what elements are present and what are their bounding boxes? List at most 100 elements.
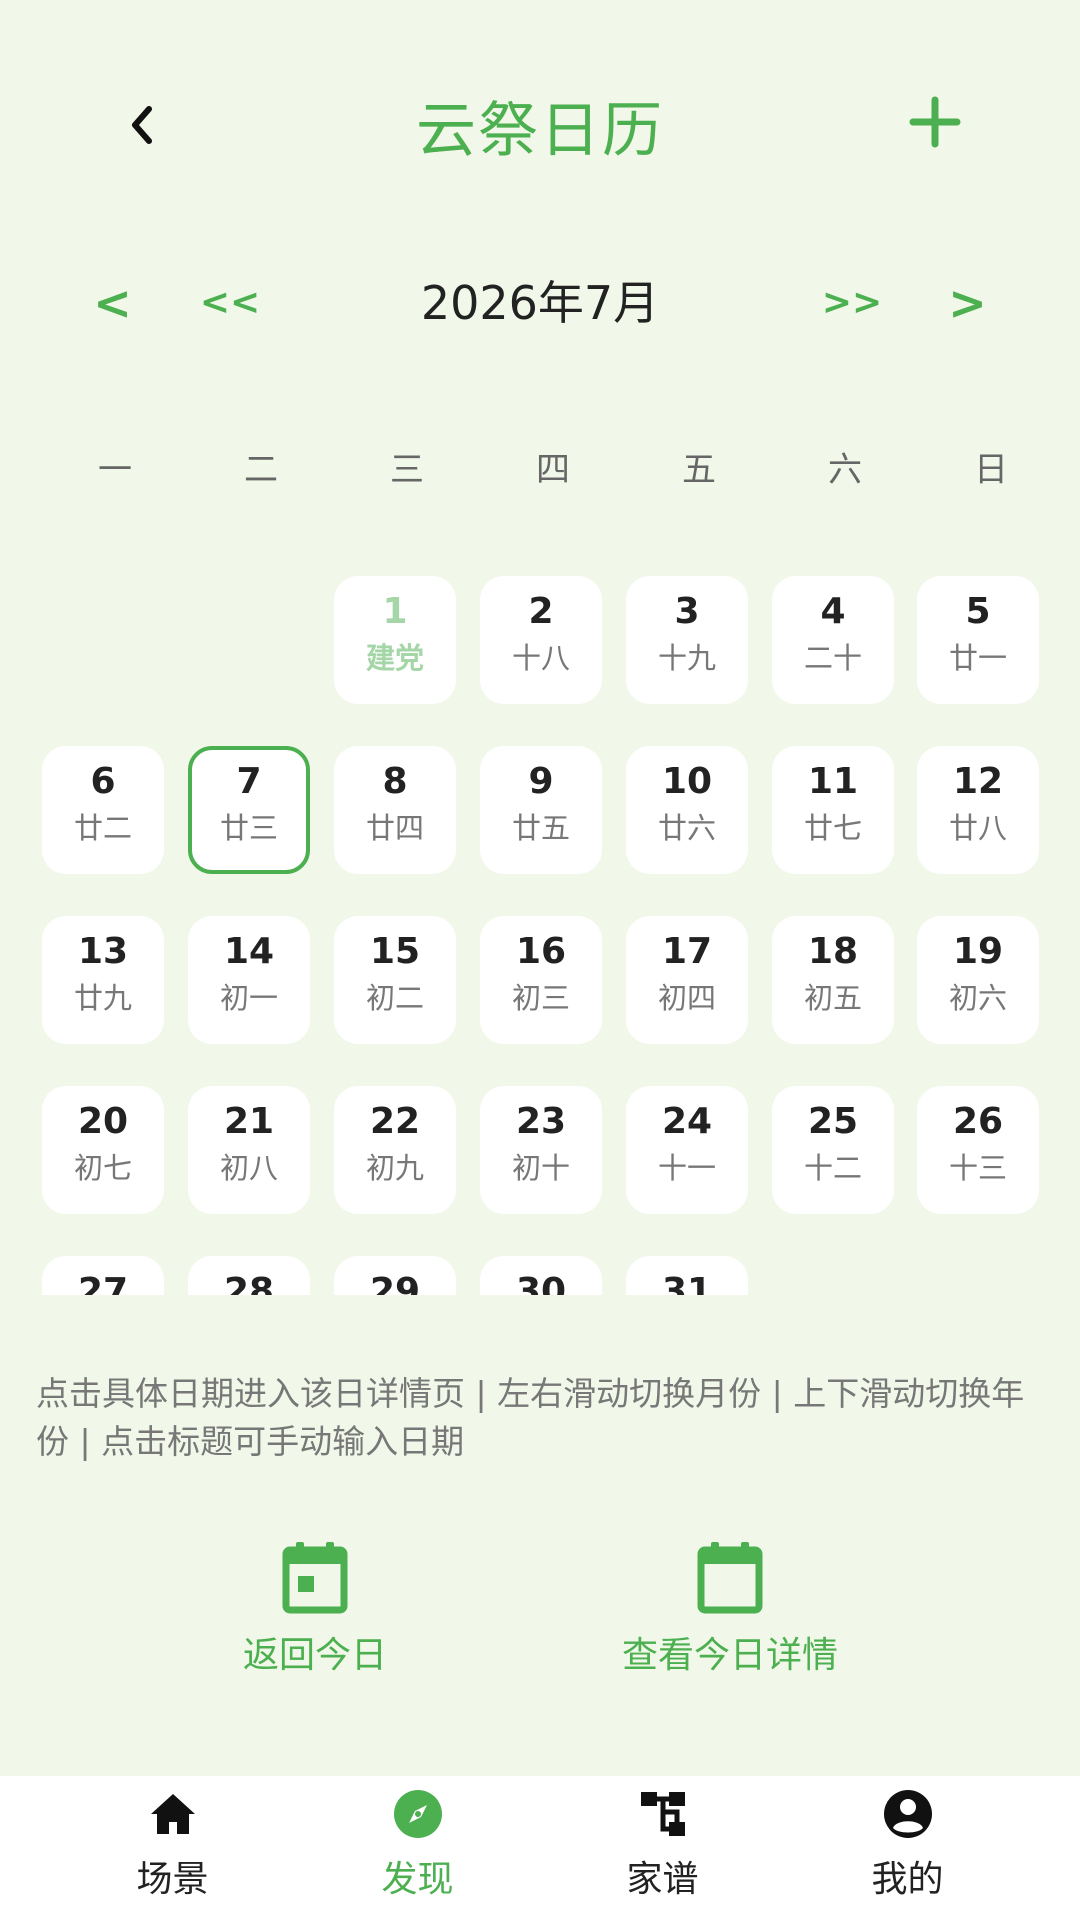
calendar-day[interactable]: 19 初六	[917, 916, 1039, 1044]
next-year-button[interactable]: >>	[812, 268, 892, 338]
day-number: 17	[661, 931, 713, 972]
calendar-day[interactable]: 18 初五	[772, 916, 894, 1044]
tab-scene[interactable]: 场景	[50, 1776, 295, 1920]
day-number: 31	[661, 1271, 713, 1295]
day-number: 30	[515, 1271, 567, 1295]
lunar-date: 十八	[511, 641, 570, 675]
lunar-date: 十一	[657, 1151, 716, 1185]
day-number: 16	[515, 931, 567, 972]
calendar-day[interactable]: 17 初四	[626, 916, 748, 1044]
day-number: 10	[661, 761, 713, 802]
day-number: 13	[77, 931, 129, 972]
calendar-day[interactable]: 10 廿六	[626, 746, 748, 874]
view-today-detail-button[interactable]: 查看今日详情	[590, 1540, 870, 1678]
tab-family-tree[interactable]: 家谱	[540, 1776, 785, 1920]
calendar-day[interactable]: 22 初九	[334, 1086, 456, 1214]
calendar-day[interactable]: 5 廿一	[917, 576, 1039, 704]
lunar-date: 廿二	[73, 811, 132, 845]
lunar-date: 廿一	[948, 641, 1007, 675]
calendar-day[interactable]: 16 初三	[480, 916, 602, 1044]
day-number: 18	[807, 931, 859, 972]
calendar-day[interactable]: 8 廿四	[334, 746, 456, 874]
calendar-day[interactable]: 12 廿八	[917, 746, 1039, 874]
calendar-today-icon	[282, 1542, 348, 1614]
day-number: 1	[382, 591, 408, 632]
lunar-date: 初四	[657, 981, 716, 1015]
tab-label: 家谱	[626, 1859, 699, 1900]
lunar-date: 初七	[73, 1151, 132, 1185]
tab-discover[interactable]: 发现	[295, 1776, 540, 1920]
family-tree-icon	[640, 1792, 685, 1836]
day-number: 20	[77, 1101, 129, 1142]
back-to-today-button[interactable]: 返回今日	[200, 1540, 430, 1678]
plus-icon	[909, 96, 961, 148]
day-number: 19	[952, 931, 1004, 972]
weekday-label: 三	[390, 450, 424, 490]
calendar-day-today[interactable]: 7 廿三	[188, 746, 310, 874]
next-month-button[interactable]: >	[935, 268, 1000, 338]
month-title[interactable]: 2026年7月	[340, 268, 740, 338]
calendar-day[interactable]: 2 十八	[480, 576, 602, 704]
calendar-day[interactable]: 9 廿五	[480, 746, 602, 874]
lunar-date: 廿七	[803, 811, 862, 845]
calendar-day[interactable]: 28	[188, 1256, 310, 1295]
calendar-day[interactable]: 3 十九	[626, 576, 748, 704]
calendar-day[interactable]: 24 十一	[626, 1086, 748, 1214]
view-today-detail-label: 查看今日详情	[621, 1635, 838, 1676]
calendar-day[interactable]: 25 十二	[772, 1086, 894, 1214]
calendar-day[interactable]: 29	[334, 1256, 456, 1295]
day-number: 27	[77, 1271, 129, 1295]
calendar-day[interactable]: 30	[480, 1256, 602, 1295]
calendar-icon	[697, 1542, 763, 1614]
calendar-day[interactable]: 14 初一	[188, 916, 310, 1044]
prev-month-button[interactable]: <	[80, 268, 145, 338]
lunar-date: 初三	[511, 981, 570, 1015]
calendar-day[interactable]: 1 建党	[334, 576, 456, 704]
tab-mine[interactable]: 我的	[785, 1776, 1030, 1920]
calendar-day[interactable]: 27	[42, 1256, 164, 1295]
header-bar: 云祭日历	[0, 60, 1080, 180]
lunar-date: 初一	[219, 981, 278, 1015]
day-number: 11	[807, 761, 859, 802]
day-number: 6	[90, 761, 116, 802]
lunar-date: 十二	[803, 1151, 862, 1185]
lunar-date: 十九	[657, 641, 716, 675]
day-number: 3	[674, 591, 700, 632]
calendar-day[interactable]: 23 初十	[480, 1086, 602, 1214]
add-button[interactable]	[905, 92, 965, 152]
weekday-label: 六	[828, 450, 862, 490]
lunar-date: 建党	[365, 641, 424, 675]
calendar-grid: 1 建党 2 十八 3 十九 4 二十 5 廿一 6 廿二 7 廿三 8 廿四 9 廿五 10 廿六 11 廿七 12 廿八 1…	[0, 570, 1080, 1295]
calendar-day[interactable]: 6 廿二	[42, 746, 164, 874]
calendar-day[interactable]: 4 二十	[772, 576, 894, 704]
day-number: 15	[369, 931, 421, 972]
day-number: 26	[952, 1101, 1004, 1142]
lunar-date: 二十	[803, 641, 862, 675]
calendar-day[interactable]: 21 初八	[188, 1086, 310, 1214]
calendar-day[interactable]: 26 十三	[917, 1086, 1039, 1214]
calendar-day[interactable]: 15 初二	[334, 916, 456, 1044]
day-number: 24	[661, 1101, 713, 1142]
month-navigation: < << 2026年7月 >> >	[0, 268, 1080, 338]
tab-label: 我的	[871, 1859, 944, 1900]
back-to-today-label: 返回今日	[242, 1635, 387, 1676]
tab-label: 发现	[381, 1859, 454, 1900]
lunar-date: 初二	[365, 981, 424, 1015]
calendar-day[interactable]: 20 初七	[42, 1086, 164, 1214]
prev-year-button[interactable]: <<	[190, 268, 270, 338]
lunar-date: 初八	[219, 1151, 278, 1185]
weekday-label: 日	[974, 450, 1008, 490]
day-number: 5	[965, 591, 991, 632]
tab-label: 场景	[136, 1859, 209, 1900]
lunar-date: 廿八	[948, 811, 1007, 845]
day-number: 7	[236, 761, 262, 802]
lunar-date: 廿九	[73, 981, 132, 1015]
calendar-day[interactable]: 11 廿七	[772, 746, 894, 874]
day-number: 4	[820, 591, 846, 632]
lunar-date: 廿三	[219, 811, 278, 845]
calendar-day[interactable]: 31	[626, 1256, 748, 1295]
day-number: 25	[807, 1101, 859, 1142]
usage-hint: 点击具体日期进入该日详情页 | 左右滑动切换月份 | 上下滑动切换年份 | 点击…	[36, 1374, 1025, 1461]
lunar-date: 初五	[803, 981, 862, 1015]
calendar-day[interactable]: 13 廿九	[42, 916, 164, 1044]
